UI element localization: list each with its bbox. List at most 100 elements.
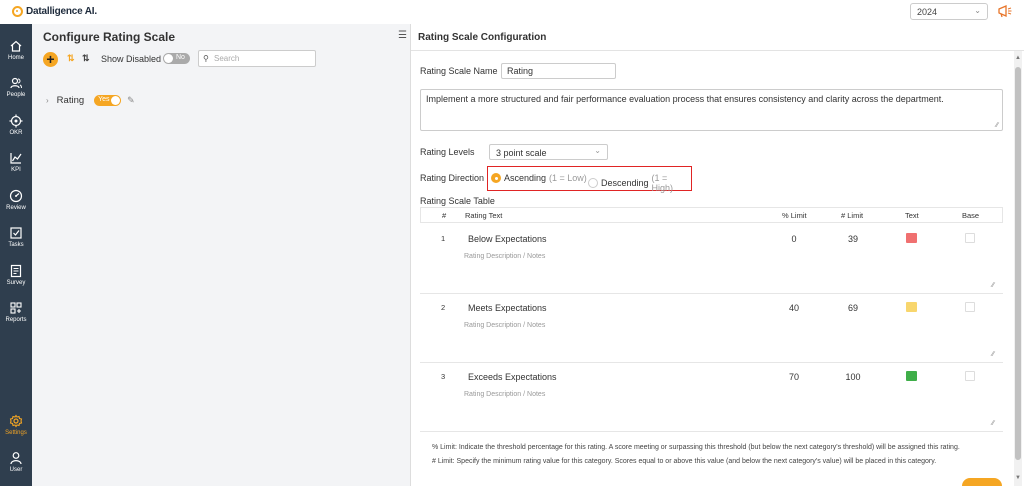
sidebar-item-survey[interactable]: Survey bbox=[0, 262, 32, 298]
search-input[interactable] bbox=[214, 53, 312, 64]
sidebar-item-review[interactable]: Review bbox=[0, 187, 32, 223]
color-swatch[interactable] bbox=[906, 371, 917, 381]
sort-descending-icon[interactable]: ⇅ bbox=[82, 53, 90, 64]
row-num-limit[interactable]: 69 bbox=[838, 303, 868, 313]
tree-item-label[interactable]: Rating bbox=[57, 95, 84, 106]
description-textarea[interactable]: Implement a more structured and fair per… bbox=[420, 89, 1003, 131]
row-rating-text[interactable]: Exceeds Expectations bbox=[468, 372, 557, 382]
sidebar-item-user[interactable]: User bbox=[0, 449, 32, 485]
row-notes-placeholder[interactable]: Rating Description / Notes bbox=[464, 322, 545, 329]
sidebar-item-label: Tasks bbox=[8, 242, 24, 248]
sidebar-item-settings[interactable]: Settings bbox=[0, 412, 32, 448]
base-checkbox[interactable] bbox=[965, 371, 975, 381]
logo-text: Datalligence AI. bbox=[26, 6, 97, 17]
resize-grip-icon[interactable]: ∕∕ bbox=[992, 282, 994, 289]
sidebar-item-tasks[interactable]: Tasks bbox=[0, 224, 32, 260]
rating-direction-group: Ascending (1 = Low) Descending (1 = High… bbox=[487, 166, 692, 193]
radio-label: Ascending bbox=[504, 173, 547, 183]
col-text-color: Text bbox=[905, 211, 919, 220]
sort-ascending-icon[interactable]: ⇅ bbox=[67, 53, 75, 64]
sidebar-item-okr[interactable]: OKR bbox=[0, 112, 32, 148]
row-divider bbox=[420, 362, 1003, 363]
scrollbar[interactable]: ▲ ▼ bbox=[1014, 51, 1022, 486]
row-notes-placeholder[interactable]: Rating Description / Notes bbox=[464, 391, 545, 398]
chevron-right-icon[interactable]: › bbox=[46, 96, 49, 105]
sidebar-item-people[interactable]: People bbox=[0, 74, 32, 110]
scale-name-input[interactable] bbox=[501, 63, 616, 79]
color-swatch[interactable] bbox=[906, 302, 917, 312]
show-disabled-label: Show Disabled bbox=[101, 54, 162, 64]
base-checkbox[interactable] bbox=[965, 233, 975, 243]
sidebar-item-label: Review bbox=[6, 205, 26, 211]
row-rating-text[interactable]: Meets Expectations bbox=[468, 303, 547, 313]
show-disabled-toggle[interactable]: No bbox=[163, 53, 190, 64]
app-logo[interactable]: Datalligence AI. bbox=[12, 6, 97, 17]
radio-ascending[interactable]: Ascending (1 = Low) bbox=[491, 173, 587, 183]
checkbox-icon bbox=[10, 227, 22, 239]
gauge-icon bbox=[9, 189, 23, 203]
sidebar-item-label: KPI bbox=[11, 167, 21, 173]
megaphone-icon[interactable] bbox=[997, 4, 1013, 18]
year-select[interactable]: 2024 ⌄ bbox=[910, 3, 988, 20]
search-box[interactable]: ⚲ bbox=[198, 50, 316, 67]
rating-direction-label: Rating Direction bbox=[420, 173, 485, 183]
sidebar-item-label: Settings bbox=[5, 430, 27, 436]
resize-grip-icon[interactable]: ∕∕ bbox=[992, 351, 994, 358]
sidebar-item-label: Home bbox=[7, 55, 24, 61]
tree-item-rating[interactable]: › Rating Yes ✎ bbox=[46, 95, 135, 106]
sidebar-item-kpi[interactable]: KPI bbox=[0, 149, 32, 185]
edit-pencil-icon[interactable]: ✎ bbox=[127, 95, 135, 106]
enabled-toggle[interactable]: Yes bbox=[94, 95, 122, 106]
sidebar-item-label: Reports bbox=[5, 317, 27, 323]
home-icon bbox=[10, 40, 22, 52]
sidebar-item-label: Survey bbox=[6, 280, 26, 286]
panel-header: ☰ Rating Scale Configuration bbox=[398, 24, 1024, 51]
radio-label: Descending bbox=[600, 178, 649, 188]
resize-grip-icon[interactable]: ∕∕ bbox=[996, 122, 998, 129]
reports-icon bbox=[10, 302, 22, 314]
row-notes-placeholder[interactable]: Rating Description / Notes bbox=[464, 253, 545, 260]
sidebar-item-label: People bbox=[6, 92, 26, 98]
scroll-up-icon[interactable]: ▲ bbox=[1014, 55, 1022, 61]
row-pct-limit[interactable]: 70 bbox=[779, 372, 809, 382]
config-panel: ☰ Rating Scale Configuration Rating Scal… bbox=[398, 24, 1024, 486]
sidebar-item-label: User bbox=[9, 467, 23, 473]
sidebar: Home People OKR KPI Review Tasks Survey … bbox=[0, 24, 32, 486]
people-icon bbox=[10, 77, 22, 89]
survey-icon bbox=[10, 264, 22, 278]
page-title: Configure Rating Scale bbox=[43, 30, 176, 44]
table-title: Rating Scale Table bbox=[420, 196, 495, 206]
resize-grip-icon[interactable]: ∕∕ bbox=[992, 420, 994, 427]
add-button[interactable]: + bbox=[43, 52, 58, 67]
top-bar: Datalligence AI. 2024 ⌄ bbox=[0, 0, 1024, 24]
row-num-limit[interactable]: 100 bbox=[838, 372, 868, 382]
row-pct-limit[interactable]: 40 bbox=[779, 303, 809, 313]
col-num-limit: # Limit bbox=[841, 211, 864, 220]
row-rating-text[interactable]: Below Expectations bbox=[468, 234, 547, 244]
scroll-down-icon[interactable]: ▼ bbox=[1014, 475, 1022, 481]
toggle-knob bbox=[111, 96, 121, 105]
row-num-limit[interactable]: 39 bbox=[838, 234, 868, 244]
rating-scale-list: Configure Rating Scale + ⇅ ⇅ Show Disabl… bbox=[32, 24, 410, 486]
sidebar-item-label: OKR bbox=[9, 130, 23, 136]
row-pct-limit[interactable]: 0 bbox=[779, 234, 809, 244]
table-header: # Rating Text % Limit # Limit Text Base bbox=[420, 207, 1003, 223]
logo-mark-icon bbox=[12, 6, 23, 17]
chevron-down-icon: ⌄ bbox=[594, 146, 601, 155]
footnote-num-limit: # Limit: Specify the minimum rating valu… bbox=[432, 458, 937, 465]
rating-levels-select[interactable]: 3 point scale ⌄ bbox=[489, 144, 608, 160]
base-checkbox[interactable] bbox=[965, 302, 975, 312]
scrollbar-thumb[interactable] bbox=[1015, 67, 1021, 460]
color-swatch[interactable] bbox=[906, 233, 917, 243]
search-icon: ⚲ bbox=[203, 54, 209, 63]
row-number: 2 bbox=[441, 303, 446, 312]
menu-lines-icon[interactable]: ☰ bbox=[398, 30, 410, 42]
sidebar-item-reports[interactable]: Reports bbox=[0, 299, 32, 335]
user-icon bbox=[10, 452, 22, 465]
save-button[interactable] bbox=[962, 478, 1002, 486]
radio-dot bbox=[491, 173, 501, 183]
radio-descending[interactable]: Descending (1 = High) bbox=[588, 173, 691, 193]
col-num: # bbox=[442, 211, 447, 220]
sidebar-item-home[interactable]: Home bbox=[0, 37, 32, 73]
col-base: Base bbox=[962, 211, 980, 220]
